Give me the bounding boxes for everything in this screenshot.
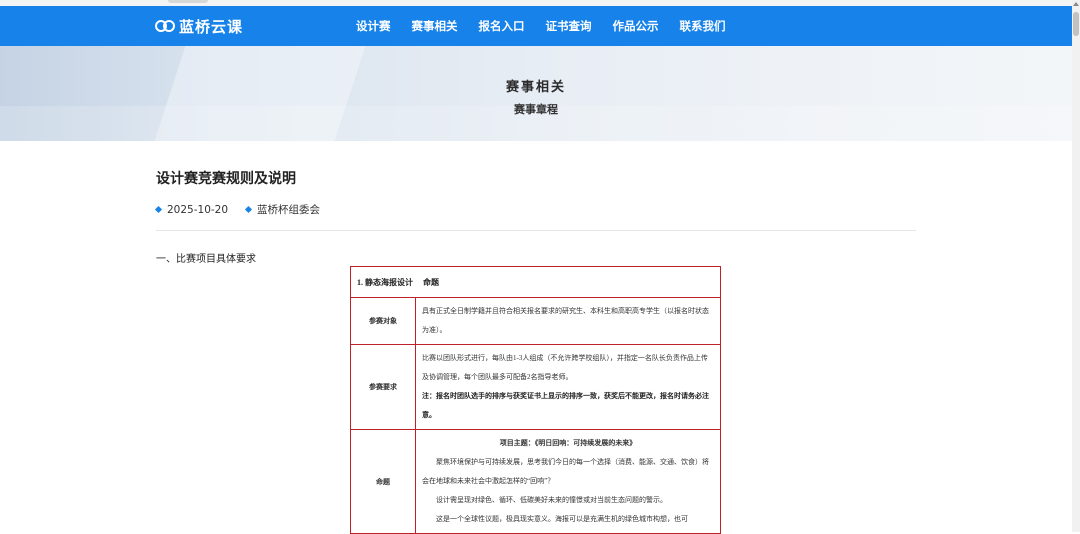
diamond-bullet-icon [244, 205, 253, 214]
brand-name: 蓝桥云课 [179, 17, 244, 36]
article-title: 设计赛竞赛规则及说明 [156, 171, 296, 187]
top-tab-indicator [168, 0, 208, 3]
topic-cell: 项目主题：《明日回响：可持续发展的未来》 聚焦环境保护与可持续发展，思考我们今日… [415, 429, 721, 534]
requirements-text: 比赛以团队形式进行，每队由1-3人组成（不允许跨学校组队），并指定一名队长负责作… [422, 354, 708, 381]
requirements-cell: 比赛以团队形式进行，每队由1-3人组成（不允许跨学校组队），并指定一名队长负责作… [415, 344, 721, 430]
date-text: 2025-10-20 [167, 203, 229, 216]
banner-title: 赛事相关 [505, 80, 566, 95]
nav-item-certificate-query[interactable]: 证书查询 [546, 6, 592, 46]
nav-item-contest-related[interactable]: 赛事相关 [412, 6, 458, 46]
article-date: 2025-10-20 [154, 203, 229, 216]
requirements-label: 参赛要求 [350, 344, 416, 430]
nav-item-registration[interactable]: 报名入口 [479, 6, 525, 46]
banner-subtitle: 赛事章程 [514, 103, 558, 116]
nav-menu: 设计赛 赛事相关 报名入口 证书查询 作品公示 联系我们 [356, 6, 747, 46]
vertical-scrollbar[interactable] [1072, 0, 1080, 532]
topic-paragraph-3: 这是一个全球性议题，极具现实意义。海报可以是充满生机的绿色城市构想，也可 [436, 515, 688, 523]
table-header-cell: 1. 静态海报设计 命题 [350, 266, 721, 298]
scrollbar-thumb[interactable] [1073, 12, 1079, 36]
table-header-row: 1. 静态海报设计 命题 [350, 266, 721, 298]
topic-paragraph-2: 设计需呈现对绿色、循环、低碳美好未来的憧憬或对当前生态问题的警示。 [436, 496, 667, 504]
topic-theme: 项目主题：《明日回响：可持续发展的未来》 [499, 439, 637, 447]
diamond-bullet-icon [154, 205, 163, 214]
nav-item-design-contest[interactable]: 设计赛 [356, 6, 391, 46]
participants-label: 参赛对象 [350, 297, 416, 345]
topic-paragraph-1: 聚焦环境保护与可持续发展，思考我们今日的每一个选择（消费、能源、交通、饮食）将会… [422, 458, 709, 485]
table-row-topic: 命题 项目主题：《明日回响：可持续发展的未来》 聚焦环境保护与可持续发展，思考我… [350, 429, 721, 534]
nav-item-contact-us[interactable]: 联系我们 [680, 6, 726, 46]
article-meta: 2025-10-20 蓝桥杯组委会 [154, 202, 338, 217]
author-text: 蓝桥杯组委会 [257, 204, 321, 216]
participants-cell: 具有正式全日制学籍并且符合相关报名要求的研究生、本科生和高职高专学生（以报名时状… [415, 297, 721, 345]
table-row-requirements: 参赛要求 比赛以团队形式进行，每队由1-3人组成（不允许跨学校组队），并指定一名… [350, 344, 721, 430]
participants-text: 具有正式全日制学籍并且符合相关报名要求的研究生、本科生和高职高专学生（以报名时状… [422, 307, 709, 334]
top-nav-bar: 蓝桥云课 设计赛 赛事相关 报名入口 证书查询 作品公示 联系我们 [0, 6, 1072, 46]
brand-logo[interactable]: 蓝桥云课 [155, 15, 243, 37]
topic-label: 命题 [350, 429, 416, 534]
page-banner: 赛事相关 赛事章程 [0, 46, 1072, 141]
table-row-participants: 参赛对象 具有正式全日制学籍并且符合相关报名要求的研究生、本科生和高职高专学生（… [350, 297, 721, 345]
scroll-up-arrow-icon[interactable] [1073, 2, 1079, 6]
divider [156, 230, 916, 231]
rules-table: 1. 静态海报设计 命题 参赛对象 具有正式全日制学籍并且符合相关报名要求的研究… [350, 266, 721, 534]
section-heading: 一、比赛项目具体要求 [156, 254, 256, 265]
cloud-logo-icon [155, 19, 175, 33]
nav-item-works-publicity[interactable]: 作品公示 [613, 6, 659, 46]
article-author: 蓝桥杯组委会 [244, 202, 321, 217]
requirements-note: 注：报名时团队选手的排序与获奖证书上显示的排序一致，获奖后不能更改，报名时请务必… [422, 392, 709, 419]
